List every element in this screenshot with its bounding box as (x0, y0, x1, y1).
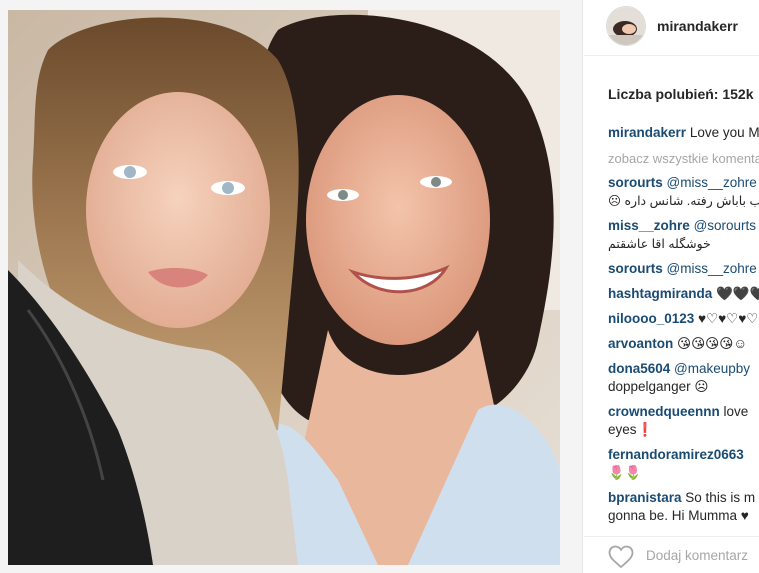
comment-user[interactable]: hashtagmiranda (608, 286, 712, 301)
comment-item: bpranistara So this is m gonna be. Hi Mu… (608, 489, 759, 525)
comment-mention[interactable]: @miss__zohre (667, 175, 757, 190)
comment-user[interactable]: crownedqueennn (608, 404, 720, 419)
comment-user[interactable]: fernandoramirez0663 (608, 447, 744, 462)
post-header: mirandakerr (584, 0, 759, 56)
comments-list: mirandakerr Love you Mumma zobacz wszyst… (608, 124, 759, 525)
comment-item: dona5604 @makeupby doppelganger ☹ (608, 360, 759, 396)
comment-user[interactable]: bpranistara (608, 490, 682, 505)
comment-user[interactable]: sorourts (608, 175, 663, 190)
likes-count[interactable]: Liczba polubień: 152k (608, 86, 753, 102)
comment-text: love (723, 404, 749, 419)
photo-panel (0, 0, 583, 573)
post-photo[interactable] (8, 10, 560, 565)
post-sidebar: mirandakerr Liczba polubień: 152k mirand… (584, 0, 759, 573)
comment-item: niloooo_0123 ♥♡♥♡♥♡ (608, 310, 759, 328)
comment-text: doppelganger ☹ (608, 379, 709, 394)
comment-user[interactable]: mirandakerr (608, 125, 686, 140)
comment-caption: mirandakerr Love you Mumma (608, 124, 759, 142)
comment-mention[interactable]: @sorourts (694, 218, 756, 233)
comment-text: خوشگله اقا عاشقتم (608, 237, 711, 251)
see-all-comments-link[interactable]: zobacz wszystkie komentarze (608, 150, 759, 168)
comment-mention[interactable]: @makeupby (674, 361, 750, 376)
heart-icon[interactable] (608, 545, 634, 569)
comment-text: So this is m (685, 490, 756, 505)
comment-item: crownedqueennn love eyes❗ (608, 403, 759, 439)
comment-text-continued: eyes❗ (608, 422, 654, 437)
comment-user[interactable]: miss__zohre (608, 218, 690, 233)
avatar[interactable] (606, 6, 646, 46)
comment-text: ♥♡♥♡♥♡ (698, 311, 759, 326)
comment-user[interactable]: niloooo_0123 (608, 311, 694, 326)
comment-item: miss__zohre @sorourts خوشگله اقا عاشقتم (608, 217, 759, 253)
photo-illustration (8, 10, 560, 565)
comment-text: 🌷🌷 (608, 465, 642, 480)
comment-user[interactable]: arvoanton (608, 336, 673, 351)
comment-text: ب باباش رفته. شانس داره ☹ (608, 194, 759, 208)
comment-text: 🖤🖤🖤 (716, 286, 759, 301)
comment-item: sorourts @miss__zohre (608, 260, 759, 278)
comment-item: sorourts @miss__zohre ب باباش رفته. شانس… (608, 174, 759, 210)
comment-item: arvoanton 😘😘😘😘☺ (608, 335, 759, 353)
comment-text: Love you Mumma (689, 125, 759, 140)
avatar-image (607, 7, 645, 45)
comment-item: fernandoramirez0663 🌷🌷 (608, 446, 759, 482)
comment-bar: Dodaj komentarz (584, 536, 759, 573)
comment-text-continued: gonna be. Hi Mumma ♥ (608, 508, 749, 523)
add-comment-input[interactable]: Dodaj komentarz (646, 548, 748, 563)
comment-user[interactable]: dona5604 (608, 361, 670, 376)
comment-user[interactable]: sorourts (608, 261, 663, 276)
post-username[interactable]: mirandakerr (657, 18, 738, 34)
comment-item: hashtagmiranda 🖤🖤🖤 (608, 285, 759, 303)
comment-text: 😘😘😘😘☺ (677, 336, 748, 351)
comment-mention[interactable]: @miss__zohre (667, 261, 757, 276)
